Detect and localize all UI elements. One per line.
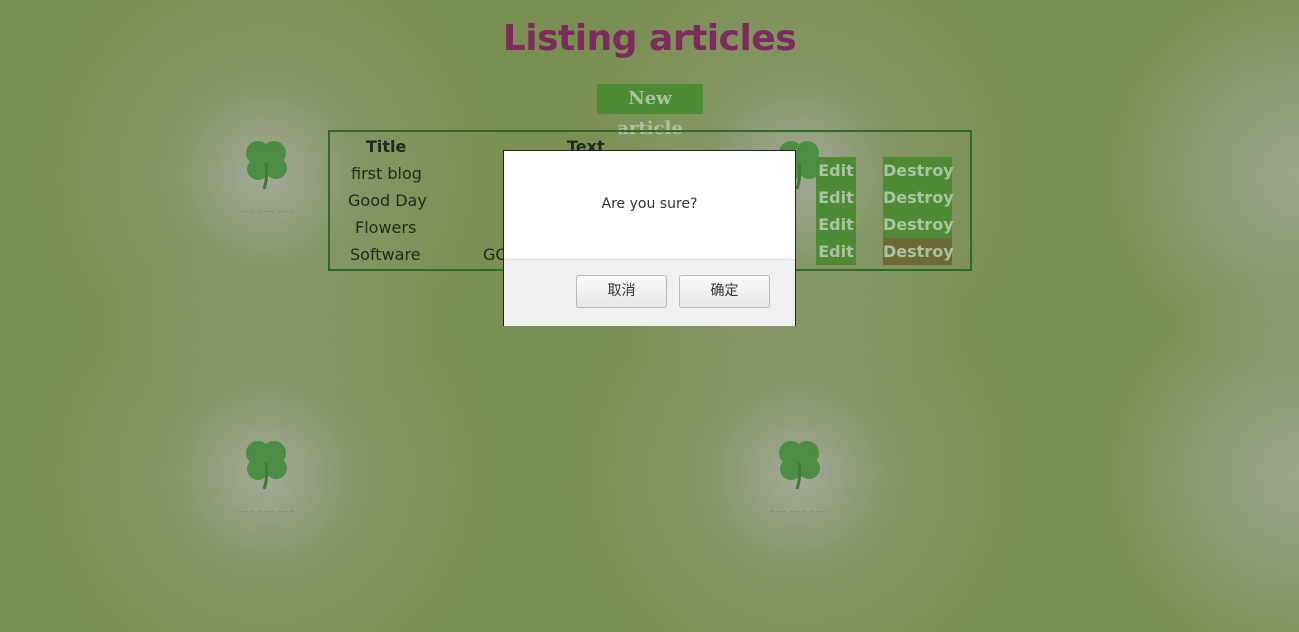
clover-caption: ~~~ ~~~ ~~~ (237, 208, 295, 216)
confirm-dialog: Are you sure? 取消 确定 (503, 150, 796, 326)
page-title: Listing articles (502, 18, 797, 59)
dialog-footer: 取消 确定 (504, 259, 795, 326)
clover-icon (236, 133, 296, 193)
row-title: first blog (351, 164, 422, 183)
ok-button[interactable]: 确定 (679, 275, 770, 308)
clover-icon (236, 433, 296, 493)
row-title: Flowers (355, 218, 417, 237)
dialog-message: Are you sure? (601, 196, 698, 212)
clover-caption: ~~~ ~~~ ~~~ (237, 508, 295, 516)
row-title: Good Day (348, 191, 427, 210)
edit-button[interactable]: Edit (816, 157, 856, 184)
column-header-title: Title (366, 137, 407, 156)
row-title: Software (350, 245, 421, 264)
clover-caption: ~~~ ~~~ ~~~ (769, 508, 827, 516)
edit-button[interactable]: Edit (816, 184, 856, 211)
edit-button[interactable]: Edit (816, 211, 856, 238)
destroy-button[interactable]: Destroy (883, 157, 954, 184)
edit-button[interactable]: Edit (816, 238, 856, 265)
destroy-button[interactable]: Destroy (883, 238, 954, 265)
cancel-button[interactable]: 取消 (576, 275, 667, 308)
destroy-button[interactable]: Destroy (883, 211, 954, 238)
destroy-button[interactable]: Destroy (883, 184, 954, 211)
clover-icon (769, 433, 829, 493)
new-article-link[interactable]: New article (597, 84, 703, 139)
